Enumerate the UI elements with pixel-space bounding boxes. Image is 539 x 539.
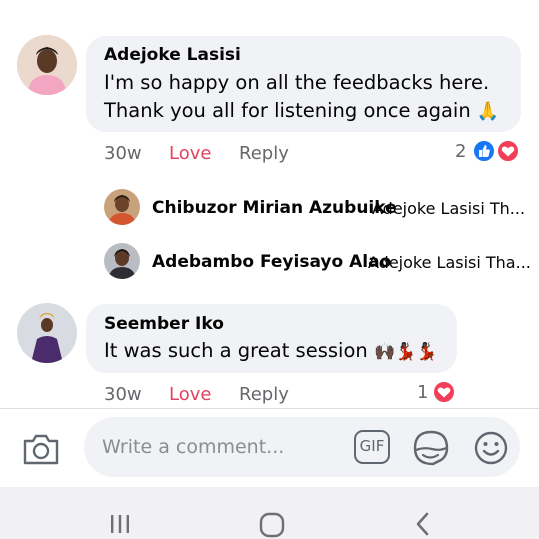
comment-text-line: Thank you all for listening once again xyxy=(104,99,471,122)
praying-hands-emoji: 🙏 xyxy=(476,101,500,122)
reply-preview[interactable]: Adejoke Lasisi Th... xyxy=(372,199,525,218)
comment-text: Thank you all for listening once again 🙏 xyxy=(104,97,499,126)
reply-preview[interactable]: Adejoke Lasisi Tha... xyxy=(368,253,531,272)
comment-author[interactable]: Adejoke Lasisi xyxy=(104,45,241,65)
navigation-bar xyxy=(0,487,539,539)
avatar[interactable] xyxy=(17,35,77,95)
comment-text-line: It was such a great session xyxy=(104,339,368,362)
sticker-icon[interactable] xyxy=(412,429,450,467)
love-icon[interactable] xyxy=(496,139,520,163)
divider xyxy=(0,408,539,409)
comment-text: It was such a great session 🙌🏿💃🏿💃🏿 xyxy=(104,337,437,366)
avatar[interactable] xyxy=(104,189,140,225)
back-icon[interactable] xyxy=(412,511,434,537)
love-button[interactable]: Love xyxy=(169,384,211,405)
avatar[interactable] xyxy=(104,243,140,279)
comment-author[interactable]: Seember Iko xyxy=(104,314,224,334)
recent-apps-icon[interactable] xyxy=(108,511,132,535)
reaction-count[interactable]: 1 xyxy=(417,382,428,403)
profile-photo xyxy=(104,189,140,225)
gif-label: GIF xyxy=(359,437,385,455)
love-icon[interactable] xyxy=(432,380,456,404)
profile-photo xyxy=(17,35,77,95)
profile-photo xyxy=(104,243,140,279)
reply-author[interactable]: Chibuzor Mirian Azubuike xyxy=(152,198,397,218)
comment-input[interactable] xyxy=(102,433,352,461)
reaction-count[interactable]: 2 xyxy=(455,141,466,162)
camera-icon[interactable] xyxy=(22,432,60,466)
comment-composer[interactable]: GIF xyxy=(84,417,520,477)
like-icon[interactable] xyxy=(472,139,496,163)
comment-timestamp: 30w xyxy=(104,384,142,405)
love-button[interactable]: Love xyxy=(169,143,211,164)
emoji-icon[interactable] xyxy=(473,430,509,466)
profile-photo xyxy=(17,303,77,363)
gif-button[interactable]: GIF xyxy=(354,430,390,464)
avatar[interactable] xyxy=(17,303,77,363)
reply-button[interactable]: Reply xyxy=(239,143,289,164)
comment-timestamp: 30w xyxy=(104,143,142,164)
celebration-emojis: 🙌🏿💃🏿💃🏿 xyxy=(373,342,438,362)
home-icon[interactable] xyxy=(258,511,286,539)
reply-author[interactable]: Adebambo Feyisayo Alao xyxy=(152,252,391,272)
comment-text: I'm so happy on all the feedbacks here. xyxy=(104,71,490,94)
reply-button[interactable]: Reply xyxy=(239,384,289,405)
